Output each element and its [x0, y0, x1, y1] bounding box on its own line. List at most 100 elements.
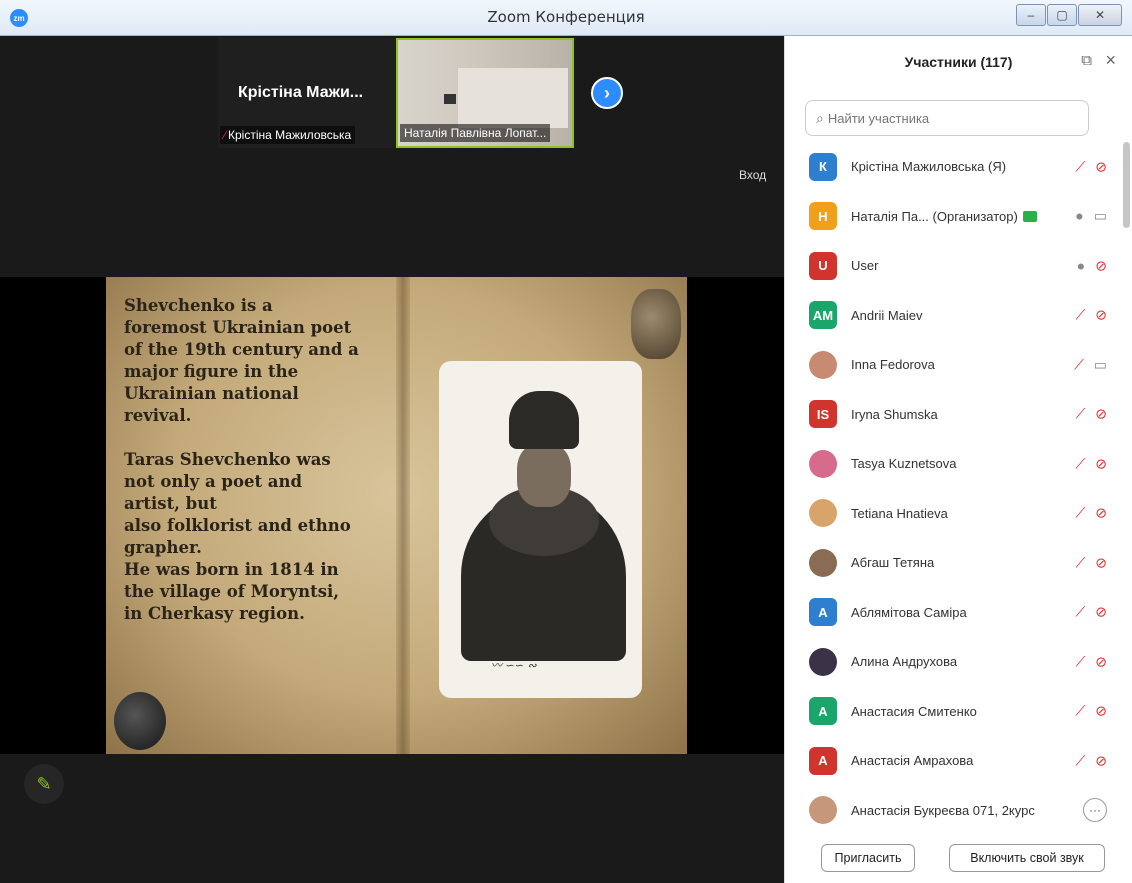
mic-muted-icon: ⟋: [1075, 653, 1086, 670]
avatar-photo: [809, 449, 837, 478]
screen-object: [444, 94, 456, 104]
portrait-hat: [509, 391, 579, 449]
thumbnail-natalia[interactable]: Наталія Павлівна Лопат...: [396, 38, 574, 148]
mic-muted-icon: ⟋: [1075, 158, 1086, 175]
mic-icon: ●: [1075, 207, 1084, 224]
participant-row[interactable]: А Анастасія Амрахова ⟋ ⊘: [785, 736, 1121, 786]
mic-muted-icon: ⟋: [1075, 306, 1086, 323]
participant-name: Алина Андрухова: [851, 654, 957, 669]
thumbnail-kristina[interactable]: Крістіна Мажи... ⁄ Крістіна Мажиловська: [218, 38, 396, 148]
participant-name: Анастасія Букреєва 071, 2курс: [851, 803, 1035, 818]
participant-status-icons: ⟋ ⊘: [1075, 752, 1107, 769]
participant-name: Tetiana Hnatieva: [851, 506, 948, 521]
participant-status-icons: ⟋ ⊘: [1075, 406, 1107, 423]
participant-status-icons: ● ▭: [1075, 208, 1107, 225]
avatar-photo: [809, 350, 837, 379]
participant-name-text: Tetiana Hnatieva: [851, 505, 948, 521]
participant-name: Анастасія Амрахова: [851, 753, 973, 768]
camera-off-icon: ⊘: [1095, 702, 1107, 719]
participant-row[interactable]: IS Iryna Shumska ⟋ ⊘: [785, 390, 1121, 440]
participant-row[interactable]: А Анастасия Смитенко ⟋ ⊘: [785, 687, 1121, 737]
portrait-face: [517, 443, 571, 507]
shevchenko-portrait: 〰 ∽∽ ∾: [439, 361, 642, 698]
participant-name-text: Анастасія Букреєва 071, 2курс: [851, 802, 1035, 818]
camera-off-icon: ⊘: [1095, 653, 1107, 670]
window-title: Zoom Конференция: [487, 8, 645, 26]
close-panel-icon[interactable]: ×: [1105, 50, 1116, 71]
participant-list: К Крістіна Мажиловська (Я) ⟋ ⊘ Н Наталія Па..…: [785, 142, 1121, 835]
participants-title: Участники (117): [904, 54, 1013, 70]
camera-off-icon: ⊘: [1095, 158, 1107, 175]
invite-button[interactable]: Пригласить: [821, 844, 915, 872]
avatar: А: [809, 697, 837, 726]
participant-name: Inna Fedorova: [851, 357, 935, 372]
window-titlebar: zm Zoom Конференция – ▢ ✕: [0, 0, 1132, 36]
participant-name-text: Анастасія Амрахова: [851, 753, 974, 769]
inkpot-image: [631, 289, 681, 359]
participant-name-text: Алина Андрухова: [851, 654, 958, 670]
participant-name: Аблямітова Саміра: [851, 605, 967, 620]
camera-off-icon: ⊘: [1095, 504, 1107, 521]
camera-icon: ▭: [1093, 207, 1107, 224]
camera-off-icon: ⊘: [1095, 455, 1107, 472]
avatar: U: [809, 251, 837, 280]
participant-name-text: Наталія Па... (Организатор): [851, 208, 1018, 224]
mic-muted-icon: ⟋: [1075, 455, 1086, 472]
participant-row[interactable]: Абгаш Тетяна ⟋ ⊘: [785, 538, 1121, 588]
avatar-photo: [809, 647, 837, 676]
popout-icon[interactable]: ⧉: [1081, 52, 1092, 69]
participant-row[interactable]: Inna Fedorova ⟋ ▭: [785, 340, 1121, 390]
maximize-button[interactable]: ▢: [1047, 4, 1077, 26]
signature-image: 〰 ∽∽ ∾: [491, 659, 537, 672]
thumbnail-label: Наталія Павлівна Лопат...: [400, 124, 551, 142]
participant-name: Iryna Shumska: [851, 407, 938, 422]
participant-row[interactable]: Анастасія Букреєва 071, 2курс ···: [785, 786, 1121, 836]
camera-off-icon: ⊘: [1095, 554, 1107, 571]
avatar-photo: [809, 499, 837, 528]
participant-name: Наталія Па... (Организатор): [851, 209, 1037, 224]
mic-muted-icon: ⟋: [1075, 405, 1086, 422]
close-window-button[interactable]: ✕: [1078, 4, 1122, 26]
annotate-pencil-icon[interactable]: ✎: [24, 764, 64, 804]
participant-row[interactable]: Tasya Kuznetsova ⟋ ⊘: [785, 439, 1121, 489]
avatar: А: [809, 746, 837, 775]
participant-name-text: Крістіна Мажиловська (Я): [851, 159, 1007, 175]
minimize-button[interactable]: –: [1016, 4, 1046, 26]
participant-row[interactable]: К Крістіна Мажиловська (Я) ⟋ ⊘: [785, 142, 1121, 192]
participant-name: Анастасия Смитенко: [851, 704, 977, 719]
participant-row[interactable]: U User ● ⊘: [785, 241, 1121, 291]
participant-name-text: Andrii Maiev: [851, 307, 923, 323]
avatar: А: [809, 598, 837, 627]
camera-icon: ▭: [1093, 356, 1107, 373]
mic-muted-icon: ⁄: [224, 128, 227, 142]
thumbnail-display-name: Крістіна Мажи...: [238, 84, 364, 101]
mic-muted-icon: ⟋: [1075, 702, 1086, 719]
participant-name: User: [851, 258, 878, 273]
participant-status-icons: ⟋ ⊘: [1075, 455, 1107, 472]
unmute-button[interactable]: Включить свой звук: [949, 844, 1105, 872]
mic-muted-icon: ⟋: [1075, 603, 1086, 620]
inkwell-image: [114, 692, 166, 750]
window-controls: – ▢ ✕: [1016, 4, 1122, 26]
camera-off-icon: ⊘: [1095, 752, 1107, 769]
next-page-button[interactable]: ›: [591, 77, 623, 109]
scrollbar[interactable]: [1123, 142, 1130, 228]
meeting-area: Крістіна Мажи... ⁄ Крістіна Мажиловська Н…: [0, 36, 784, 883]
participant-row[interactable]: А Аблямітова Саміра ⟋ ⊘: [785, 588, 1121, 638]
mic-muted-icon: ⟋: [1075, 504, 1086, 521]
participant-row[interactable]: Н Наталія Па... (Организатор) ● ▭: [785, 192, 1121, 242]
participant-row[interactable]: Tetiana Hnatieva ⟋ ⊘: [785, 489, 1121, 539]
mic-muted-icon: ⟋: [1073, 356, 1084, 373]
more-options-button[interactable]: ···: [1083, 798, 1107, 823]
participant-row[interactable]: AM Andrii Maiev ⟋ ⊘: [785, 291, 1121, 341]
search-icon: ⌕: [816, 109, 824, 126]
participant-name-text: User: [851, 258, 879, 274]
participant-name: Tasya Kuznetsova: [851, 456, 957, 471]
participant-name-text: Tasya Kuznetsova: [851, 456, 957, 472]
participant-name-text: Inna Fedorova: [851, 357, 935, 373]
thumbnail-label: ⁄ Крістіна Мажиловська: [220, 126, 356, 144]
search-input[interactable]: [827, 110, 1068, 126]
participant-search[interactable]: ⌕: [805, 100, 1089, 136]
participant-row[interactable]: Алина Андрухова ⟋ ⊘: [785, 637, 1121, 687]
presentation-slide: Shevchenko is a foremost Ukrainian poet …: [106, 277, 687, 754]
